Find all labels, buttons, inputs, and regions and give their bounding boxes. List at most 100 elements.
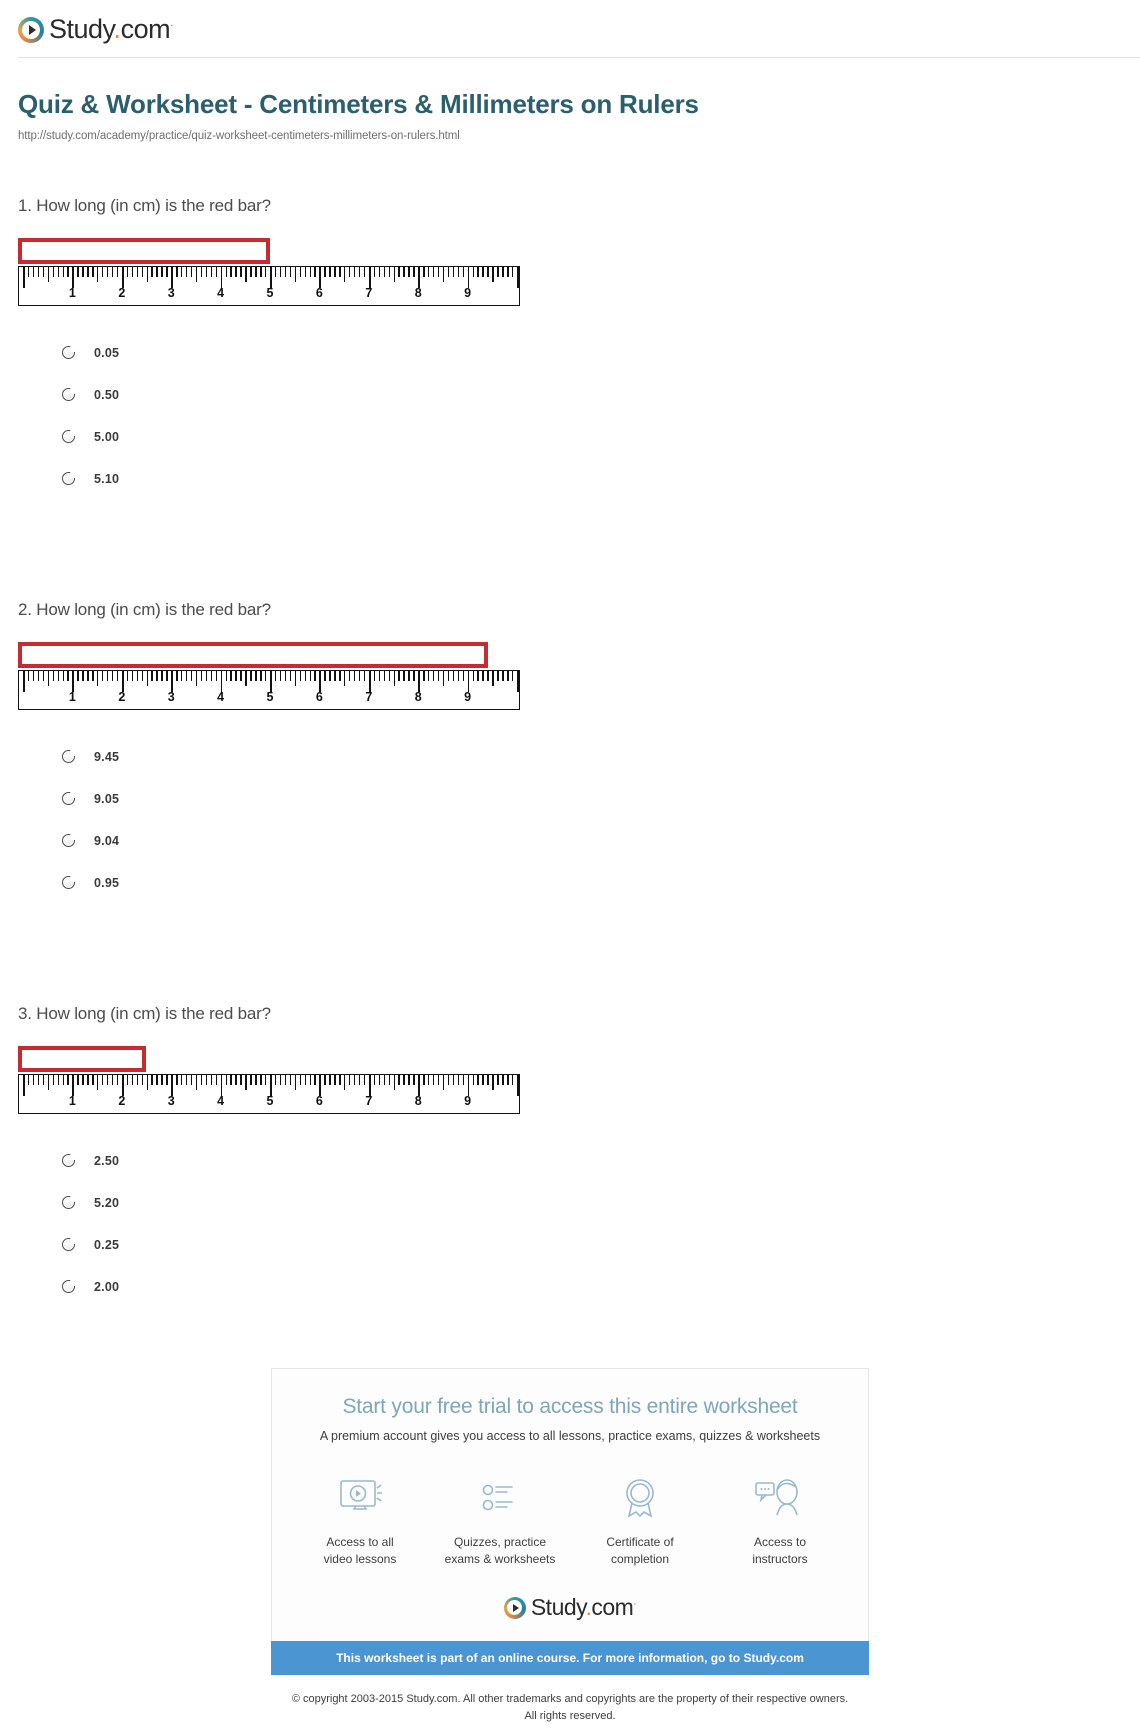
ruler-tick-mm [487,265,489,277]
ruler-number: 1 [68,285,76,300]
answer-option[interactable]: 2.50 [62,1140,1122,1182]
ruler-tick-mm [329,669,331,681]
ruler-tick-mm [245,265,247,282]
answer-option[interactable]: 0.05 [62,332,1122,374]
answer-option-label: 0.50 [94,387,120,402]
ruler-tick-mm [398,1073,400,1085]
answer-option[interactable]: 2.00 [62,1266,1122,1308]
radio-button[interactable] [62,472,76,485]
radio-button[interactable] [62,1196,76,1209]
ruler-tick-mm [62,669,64,681]
radio-button[interactable] [62,834,76,847]
ruler-tick-mm [294,265,297,282]
feature-line1: Access to all [326,1534,394,1549]
ruler-tick-cm [467,1073,470,1096]
answer-option[interactable]: 5.20 [62,1182,1122,1224]
ruler-tick-mm [477,1073,479,1085]
answer-option[interactable]: 0.50 [62,374,1122,416]
ruler-tick-mm [433,1073,435,1085]
radio-button[interactable] [62,792,76,805]
ruler-tick-mm [265,265,267,277]
free-trial-promo: Start your free trial to access this ent… [271,1367,869,1642]
ruler-number: 5 [266,285,274,300]
ruler-tick-cm [72,265,75,288]
radio-button[interactable] [62,346,76,359]
ruler-tick-mm [111,265,114,277]
ruler-number: 5 [266,1093,274,1108]
ruler-tick-mm [437,669,440,681]
studycom-logo[interactable]: Study.com· [18,14,1140,45]
ruler-tick-mm [106,669,109,681]
answer-option[interactable]: 9.45 [62,736,1122,778]
ruler-tick-cm [418,669,420,692]
ruler-tick-mm [235,669,237,681]
answer-option[interactable]: 0.95 [62,862,1122,904]
ruler-tick-mm [408,669,410,681]
ruler-tick-mm [87,1073,89,1085]
ruler-tick-cm [270,265,272,288]
answer-option[interactable]: 0.25 [62,1224,1122,1266]
page-title: Quiz & Worksheet - Centimeters & Millime… [18,89,699,119]
play-circle-icon [18,16,44,43]
ruler-tick-mm [457,265,460,277]
feature-certificate: Certificate of completion [574,1473,706,1569]
answer-option[interactable]: 5.10 [62,458,1122,500]
answer-option[interactable]: 5.00 [62,416,1122,458]
ruler-tick-mm [349,669,351,681]
ruler-number: 1 [68,1093,76,1108]
answer-option[interactable]: 9.05 [62,778,1122,820]
ruler-tick-mm [413,669,415,681]
radio-button[interactable] [62,1154,76,1167]
online-course-bar[interactable]: This worksheet is part of an online cour… [271,1641,869,1676]
copyright-footer: © copyright 2003-2015 Study.com. All oth… [220,1691,920,1724]
ruler-tick-mm [116,265,119,277]
ruler-tick-cm [319,1073,322,1096]
ruler-tick-mm [423,1073,425,1085]
ruler-tick-mm [195,1073,198,1090]
source-url: http://study.com/academy/practice/quiz-w… [18,129,460,142]
ruler-tick-cm [121,1073,124,1096]
ruler-tick-mm [146,669,148,686]
instructor-chat-icon [714,1473,846,1523]
ruler-tick-mm [260,669,262,681]
ruler-tick-mm [274,669,277,681]
radio-button[interactable] [62,876,76,889]
radio-button[interactable] [62,430,76,443]
ruler-number: 8 [414,689,422,704]
promo-studycom-logo[interactable]: Study.com· [272,1594,868,1641]
ruler-tick-mm [304,1073,306,1085]
ruler-tick-mm [413,265,415,277]
answer-option[interactable]: 9.04 [62,820,1122,862]
ruler-tick-mm [472,265,474,277]
ruler-tick-mm [502,1073,504,1085]
ruler-tick-mm [324,1073,326,1085]
ruler-tick-mm [102,669,104,681]
radio-button[interactable] [62,1238,76,1251]
radio-button[interactable] [62,388,76,401]
ruler-tick-cm [121,265,124,288]
radio-button[interactable] [62,1280,76,1293]
ruler-tick-cm [23,265,25,288]
ruler-tick-mm [77,265,79,277]
ruler-number: 5 [266,689,274,704]
ruler-tick-mm [289,669,292,681]
radio-button[interactable] [62,750,76,763]
online-course-bar-link[interactable]: Study.com [743,1651,803,1665]
ruler-number: 4 [217,285,225,300]
ruler-tick-mm [403,669,405,681]
ruler-number: 3 [167,689,175,704]
ruler-tick-mm [250,669,252,681]
ruler-tick-mm [482,265,484,277]
ruler-number: 3 [167,285,175,300]
ruler-number: 2 [118,689,126,704]
ruler: 1 2 3 4 5 6 7 8 9 [18,1073,520,1114]
feature-quizzes: Quizzes, practice exams & worksheets [434,1473,566,1569]
ruler-tick-mm [373,1073,376,1085]
ruler-tick-mm [423,265,425,277]
ruler-tick-mm [393,669,395,686]
ruler-tick-mm [42,265,45,277]
ruler-tick-mm [284,1073,287,1085]
ruler-tick-mm [334,1073,336,1085]
ruler-tick-mm [161,265,163,277]
ruler-tick-mm [126,265,129,277]
